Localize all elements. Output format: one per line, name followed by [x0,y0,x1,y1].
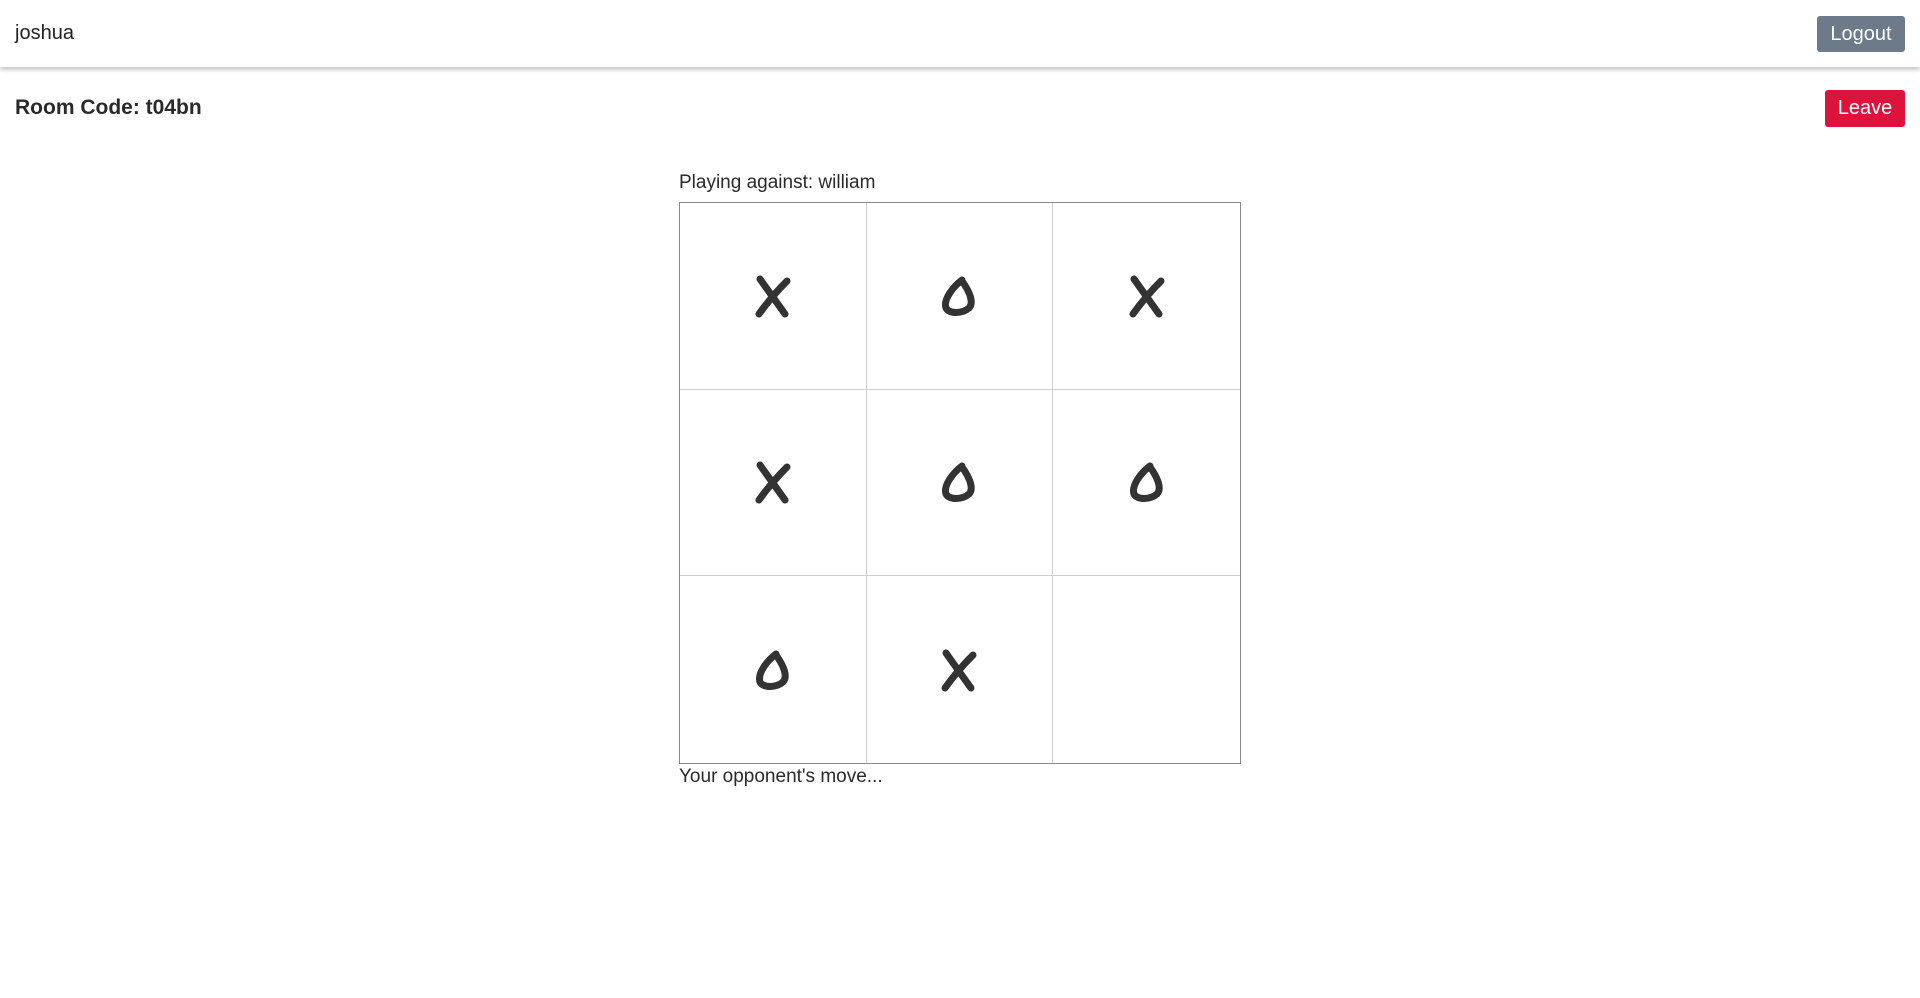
x-mark-icon [755,275,791,318]
x-mark-icon [1129,275,1165,318]
x-mark-icon [755,461,791,504]
o-mark-icon [942,462,976,503]
board-cell-0-2[interactable] [1053,203,1240,390]
o-mark-icon [942,276,976,316]
board-cell-1-0[interactable] [680,389,867,577]
logout-button[interactable]: Logout [1817,16,1905,52]
board-cell-0-1[interactable] [866,203,1054,390]
leave-button[interactable]: Leave [1825,90,1905,127]
x-mark-icon [941,649,977,692]
board-cell-1-2[interactable] [1053,390,1240,577]
username-label: joshua [15,22,74,44]
board-cell-0-0[interactable] [680,203,867,390]
tic-tac-toe-board [679,202,1241,764]
turn-status-label: Your opponent's move... [679,766,883,787]
game-area: Playing against: william Your opponent's… [679,172,1241,788]
board-cell-2-2[interactable] [1053,576,1240,763]
board-cell-2-1[interactable] [867,576,1054,763]
top-navbar: joshua Logout [0,0,1920,67]
o-mark-icon [1129,462,1163,503]
room-code-label: Room Code: t04bn [15,96,202,119]
board-cell-2-0[interactable] [680,576,867,763]
board-cell-1-1[interactable] [866,389,1054,577]
o-mark-icon [755,650,789,690]
opponent-label: Playing against: william [679,172,876,193]
